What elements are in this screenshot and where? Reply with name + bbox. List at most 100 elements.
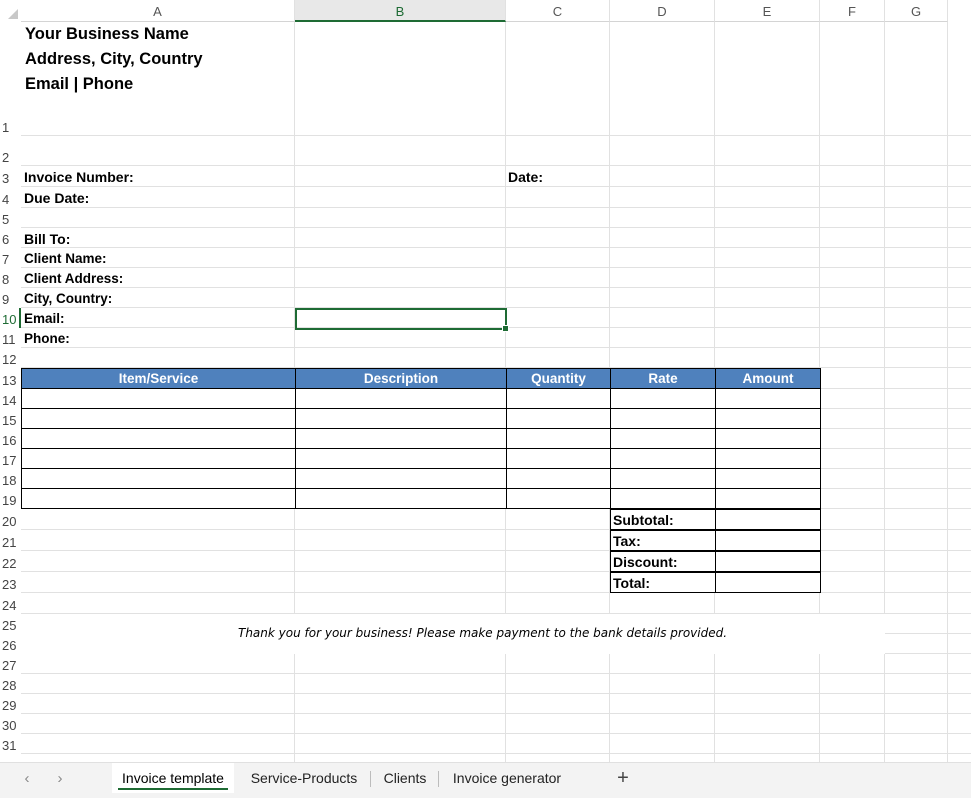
row-header-11[interactable]: 11 [0, 328, 21, 348]
table-row-cell[interactable] [506, 468, 611, 489]
column-header-f[interactable]: F [820, 0, 885, 22]
subtotal-label[interactable]: Subtotal: [610, 509, 716, 530]
chevron-right-icon[interactable]: › [50, 769, 70, 789]
table-row-cell[interactable] [610, 448, 716, 469]
total-label[interactable]: Total: [610, 572, 716, 593]
table-row-cell[interactable] [715, 488, 821, 509]
table-row-cell[interactable] [715, 448, 821, 469]
invoice-number-label[interactable]: Invoice Number: [24, 169, 134, 185]
select-all-corner[interactable] [0, 0, 21, 22]
table-row-cell[interactable] [21, 488, 296, 509]
tab-invoice-generator[interactable]: Invoice generator [444, 763, 570, 793]
row-header-17[interactable]: 17 [0, 449, 21, 469]
client-name-label[interactable]: Client Name: [24, 251, 107, 266]
row-header-23[interactable]: 23 [0, 572, 21, 593]
row-header-15[interactable]: 15 [0, 409, 21, 429]
table-row-cell[interactable] [506, 448, 611, 469]
column-header-g[interactable]: G [885, 0, 948, 22]
row-header-8[interactable]: 8 [0, 268, 21, 288]
table-row-cell[interactable] [506, 408, 611, 429]
table-header-quantity[interactable]: Quantity [506, 368, 611, 389]
table-row-cell[interactable] [610, 408, 716, 429]
row-header-1[interactable]: 1 [0, 22, 21, 136]
column-header-d[interactable]: D [610, 0, 715, 22]
row-header-26[interactable]: 26 [0, 634, 21, 654]
business-contact[interactable]: Email | Phone [25, 75, 133, 94]
due-date-label[interactable]: Due Date: [24, 190, 89, 206]
row-header-10[interactable]: 10 [0, 308, 21, 328]
table-row-cell[interactable] [21, 428, 296, 449]
row-header-28[interactable]: 28 [0, 674, 21, 694]
row-header-12[interactable]: 12 [0, 348, 21, 368]
table-row-cell[interactable] [295, 488, 507, 509]
table-row-cell[interactable] [295, 448, 507, 469]
row-header-18[interactable]: 18 [0, 469, 21, 489]
table-row-cell[interactable] [506, 428, 611, 449]
row-header-31[interactable]: 31 [0, 734, 21, 754]
table-row-cell[interactable] [21, 468, 296, 489]
column-header-b[interactable]: B [295, 0, 506, 22]
row-header-9[interactable]: 9 [0, 288, 21, 308]
business-address[interactable]: Address, City, Country [25, 50, 203, 69]
table-header-item-service[interactable]: Item/Service [21, 368, 296, 389]
selected-cell-b10[interactable] [295, 308, 509, 332]
table-row-cell[interactable] [610, 428, 716, 449]
chevron-left-icon[interactable]: ‹ [17, 769, 37, 789]
tax-value-cell[interactable] [715, 530, 821, 551]
row-header-25[interactable]: 25 [0, 614, 21, 634]
phone-label[interactable]: Phone: [24, 331, 70, 346]
row-header-21[interactable]: 21 [0, 530, 21, 551]
table-row-cell[interactable] [610, 388, 716, 409]
table-row-cell[interactable] [295, 468, 507, 489]
total-value-cell[interactable] [715, 572, 821, 593]
row-header-30[interactable]: 30 [0, 714, 21, 734]
row-header-29[interactable]: 29 [0, 694, 21, 714]
table-row-cell[interactable] [506, 388, 611, 409]
row-header-13[interactable]: 13 [0, 368, 21, 389]
business-name[interactable]: Your Business Name [25, 25, 189, 44]
row-header-6[interactable]: 6 [0, 228, 21, 248]
discount-value-cell[interactable] [715, 551, 821, 572]
table-header-amount[interactable]: Amount [715, 368, 821, 389]
add-sheet-button[interactable]: + [611, 766, 635, 790]
table-row-cell[interactable] [295, 428, 507, 449]
column-header-a[interactable]: A [21, 0, 295, 22]
table-row-cell[interactable] [295, 388, 507, 409]
row-header-5[interactable]: 5 [0, 208, 21, 228]
tab-clients[interactable]: Clients [376, 763, 434, 793]
email-label[interactable]: Email: [24, 311, 65, 326]
table-row-cell[interactable] [506, 488, 611, 509]
table-row-cell[interactable] [715, 428, 821, 449]
table-row-cell[interactable] [21, 448, 296, 469]
column-header-c[interactable]: C [506, 0, 610, 22]
client-address-label[interactable]: Client Address: [24, 271, 123, 286]
discount-label[interactable]: Discount: [610, 551, 716, 572]
row-header-24[interactable]: 24 [0, 593, 21, 614]
table-row-cell[interactable] [715, 408, 821, 429]
row-header-22[interactable]: 22 [0, 551, 21, 572]
date-label[interactable]: Date: [508, 169, 543, 185]
table-row-cell[interactable] [21, 388, 296, 409]
tab-service-products[interactable]: Service-Products [244, 763, 364, 793]
spreadsheet-grid[interactable]: ABCDEFG 1 2 3 4 5 6 7 8 9 10 11 12 13 14 15 16 17 18 19 20 2… [0, 0, 971, 762]
table-row-cell[interactable] [21, 408, 296, 429]
bill-to-label[interactable]: Bill To: [24, 231, 70, 247]
city-country-label[interactable]: City, Country: [24, 291, 112, 306]
tab-invoice-template[interactable]: Invoice template [112, 763, 234, 793]
row-header-7[interactable]: 7 [0, 248, 21, 268]
table-header-rate[interactable]: Rate [610, 368, 716, 389]
row-header-14[interactable]: 14 [0, 389, 21, 409]
row-header-27[interactable]: 27 [0, 654, 21, 674]
table-row-cell[interactable] [295, 408, 507, 429]
table-row-cell[interactable] [610, 488, 716, 509]
row-header-19[interactable]: 19 [0, 489, 21, 509]
table-row-cell[interactable] [715, 388, 821, 409]
row-header-4[interactable]: 4 [0, 187, 21, 208]
table-row-cell[interactable] [610, 468, 716, 489]
table-header-description[interactable]: Description [295, 368, 507, 389]
row-header-3[interactable]: 3 [0, 166, 21, 187]
table-row-cell[interactable] [715, 468, 821, 489]
tax-label[interactable]: Tax: [610, 530, 716, 551]
column-header-e[interactable]: E [715, 0, 820, 22]
row-header-20[interactable]: 20 [0, 509, 21, 530]
